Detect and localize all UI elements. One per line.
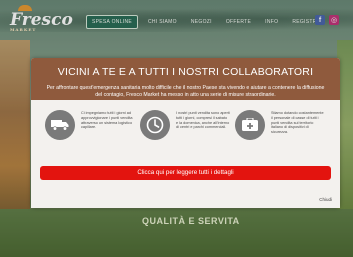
feature-logistics-text: Ci impegniamo tutti i giorni ad approvvi… [81,111,133,130]
feature-opening-hours: I nostri punti vendita sono aperti tutti… [140,110,235,140]
feature-safety-text: Stiamo dotando costantemente il personal… [271,111,324,135]
feature-logistics: Ci impegniamo tutti i giorni ad approvvi… [45,110,140,140]
first-aid-icon [235,110,265,140]
truck-icon [45,110,75,140]
feature-opening-hours-text: I nostri punti vendita sono aperti tutti… [176,111,230,130]
feature-list: Ci impegniamo tutti i giorni ad approvvi… [45,110,330,140]
clock-icon [140,110,170,140]
modal-subtitle: Per affrontare quest'emergenza sanitaria… [46,85,325,98]
modal-header: VICINI A TE E A TUTTI I NOSTRI COLLABORA… [31,58,340,100]
covid-info-modal: VICINI A TE E A TUTTI I NOSTRI COLLABORA… [31,58,340,208]
close-modal-link[interactable]: Chiudi [319,197,332,202]
modal-body: Ci impegniamo tutti i giorni ad approvvi… [31,100,340,208]
feature-safety: Stiamo dotando costantemente il personal… [235,110,330,140]
read-details-button[interactable]: Clicca qui per leggere tutti i dettagli [40,166,331,180]
modal-title: VICINI A TE E A TUTTI I NOSTRI COLLABORA… [57,66,314,78]
